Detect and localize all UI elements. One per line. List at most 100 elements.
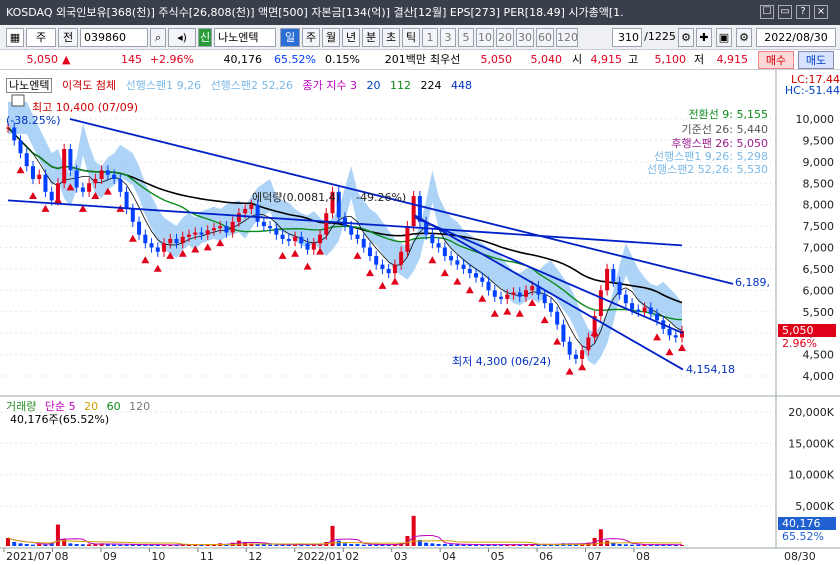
price-tick: 6,500 xyxy=(803,263,835,276)
date-input[interactable]: 2022/08/30 xyxy=(756,28,836,47)
tab-month[interactable]: 월 xyxy=(322,28,340,47)
price-tick: 9,500 xyxy=(803,134,835,147)
ichimoku-legend-3: 후행스팬 26: 5,050 xyxy=(671,137,768,150)
candle-body xyxy=(636,309,641,312)
window-titlebar: KOSDAQ 외국인보유[368(천)] 주식수[26,808(천)] 액면[5… xyxy=(0,0,840,25)
candle-body xyxy=(442,247,447,257)
interval-20[interactable]: 20 xyxy=(496,28,514,47)
candle-body xyxy=(555,311,560,325)
help-icon[interactable]: ? xyxy=(796,5,810,19)
candle-body xyxy=(6,127,10,129)
interval-1[interactable]: 1 xyxy=(422,28,438,47)
volume-title: 거래량 xyxy=(6,400,37,413)
volume-bar xyxy=(343,543,347,546)
time-tick: 10 xyxy=(151,550,165,563)
interval-60[interactable]: 60 xyxy=(536,28,554,47)
tab-week[interactable]: 주 xyxy=(302,28,320,47)
bar-count-input[interactable]: 310 xyxy=(612,28,642,47)
interval-3[interactable]: 3 xyxy=(440,28,456,47)
candle-body xyxy=(174,238,179,244)
volume-bar xyxy=(18,543,23,546)
candle-body xyxy=(286,238,291,242)
crosshair-icon[interactable]: ✚ xyxy=(696,28,712,47)
candle-body xyxy=(18,140,23,154)
stock-chart[interactable]: 10,000 9,500 9,000 8,500 8,000 7,500 7,000 6,50… xyxy=(0,70,840,565)
time-tick: 07 xyxy=(588,550,602,563)
candle-body xyxy=(318,234,323,244)
tab-year[interactable]: 년 xyxy=(342,28,360,47)
volume-bar xyxy=(361,544,366,546)
price-tick: 4,500 xyxy=(803,349,835,362)
volume-bar xyxy=(30,544,35,546)
save-icon[interactable]: ▣ xyxy=(716,28,732,47)
restore-icon[interactable]: ▭ xyxy=(778,5,792,19)
time-tick: 12 xyxy=(248,550,262,563)
legend-span2: 선행스팬2 52,26 xyxy=(210,79,294,92)
price-tick: 4,000 xyxy=(803,370,835,383)
volume-bar xyxy=(424,542,429,546)
time-tick: 09 xyxy=(103,550,117,563)
candle-body xyxy=(137,221,142,235)
candle-body xyxy=(87,183,92,192)
gear-icon[interactable]: ⚙ xyxy=(736,28,752,47)
chart-settings-icon[interactable]: ⚙ xyxy=(678,28,694,47)
candle-body xyxy=(280,234,285,239)
candle-body xyxy=(74,170,79,188)
candle-body xyxy=(374,256,379,265)
tab-second[interactable]: 초 xyxy=(382,28,400,47)
candle-body xyxy=(455,260,460,265)
ichimoku-legend-4: 선행스팬1 9,26: 5,298 xyxy=(654,150,768,163)
candle-body xyxy=(355,234,360,239)
candle-body xyxy=(130,208,135,222)
volume-bar xyxy=(261,544,266,546)
candle-body xyxy=(305,243,310,250)
lc-hc-stats: LC:17.44 HC:-51.44 xyxy=(760,74,840,96)
interval-10[interactable]: 10 xyxy=(476,28,494,47)
legend-stock[interactable]: 나노엔텍 xyxy=(6,78,53,93)
price-tick: 5,500 xyxy=(803,306,835,319)
volume-bar xyxy=(24,543,29,546)
candle-body xyxy=(261,221,266,227)
candle-body xyxy=(349,226,354,235)
tab-tick[interactable]: 틱 xyxy=(402,28,420,47)
mid-pct: -49.26%) xyxy=(356,191,406,204)
candle-body xyxy=(199,232,204,235)
volume-tick: 20,000K xyxy=(788,406,834,419)
candle-body xyxy=(205,230,210,235)
last-pct-tag: 2.96% xyxy=(782,337,817,350)
volume-bar xyxy=(449,544,454,546)
interval-120[interactable]: 120 xyxy=(556,28,578,47)
interval-5[interactable]: 5 xyxy=(458,28,474,47)
search-icon[interactable]: ⌕ xyxy=(150,28,166,47)
volume-bar xyxy=(636,544,641,546)
speaker-icon[interactable]: ◂) xyxy=(168,28,196,47)
stock-code-input[interactable]: 039860 xyxy=(80,28,148,47)
candle-body xyxy=(386,268,391,274)
buy-button[interactable]: 매수 xyxy=(758,51,794,69)
volume-bar xyxy=(274,544,279,546)
price-tick: 7,000 xyxy=(803,242,835,255)
candle-body xyxy=(548,303,553,312)
low-label: 저 xyxy=(694,53,705,66)
market-select[interactable]: 주 xyxy=(26,28,56,47)
tab-minute[interactable]: 분 xyxy=(362,28,380,47)
grid-icon[interactable]: ▦ xyxy=(6,28,24,47)
candle-body xyxy=(598,290,603,317)
sell-button[interactable]: 매도 xyxy=(798,51,834,69)
close-icon[interactable]: × xyxy=(814,5,828,19)
volume-bar xyxy=(37,543,42,546)
candle-body xyxy=(143,234,148,244)
time-tick: 05 xyxy=(491,550,505,563)
volume-ma-5: 단순 5 xyxy=(44,400,76,413)
stock-name-field[interactable]: 나노엔텍 xyxy=(214,28,276,47)
candle-body xyxy=(511,292,516,295)
tab-day[interactable]: 일 xyxy=(280,28,300,47)
layout-icon[interactable]: ☐ xyxy=(760,5,774,19)
candle-body xyxy=(617,281,622,295)
prev-button[interactable]: 전 xyxy=(58,28,78,47)
legend-ma-112: 112 xyxy=(390,79,412,92)
time-tick: 08 xyxy=(636,550,650,563)
volume-bar xyxy=(124,544,129,546)
interval-30[interactable]: 30 xyxy=(516,28,534,47)
calendar-icon[interactable] xyxy=(11,94,25,107)
